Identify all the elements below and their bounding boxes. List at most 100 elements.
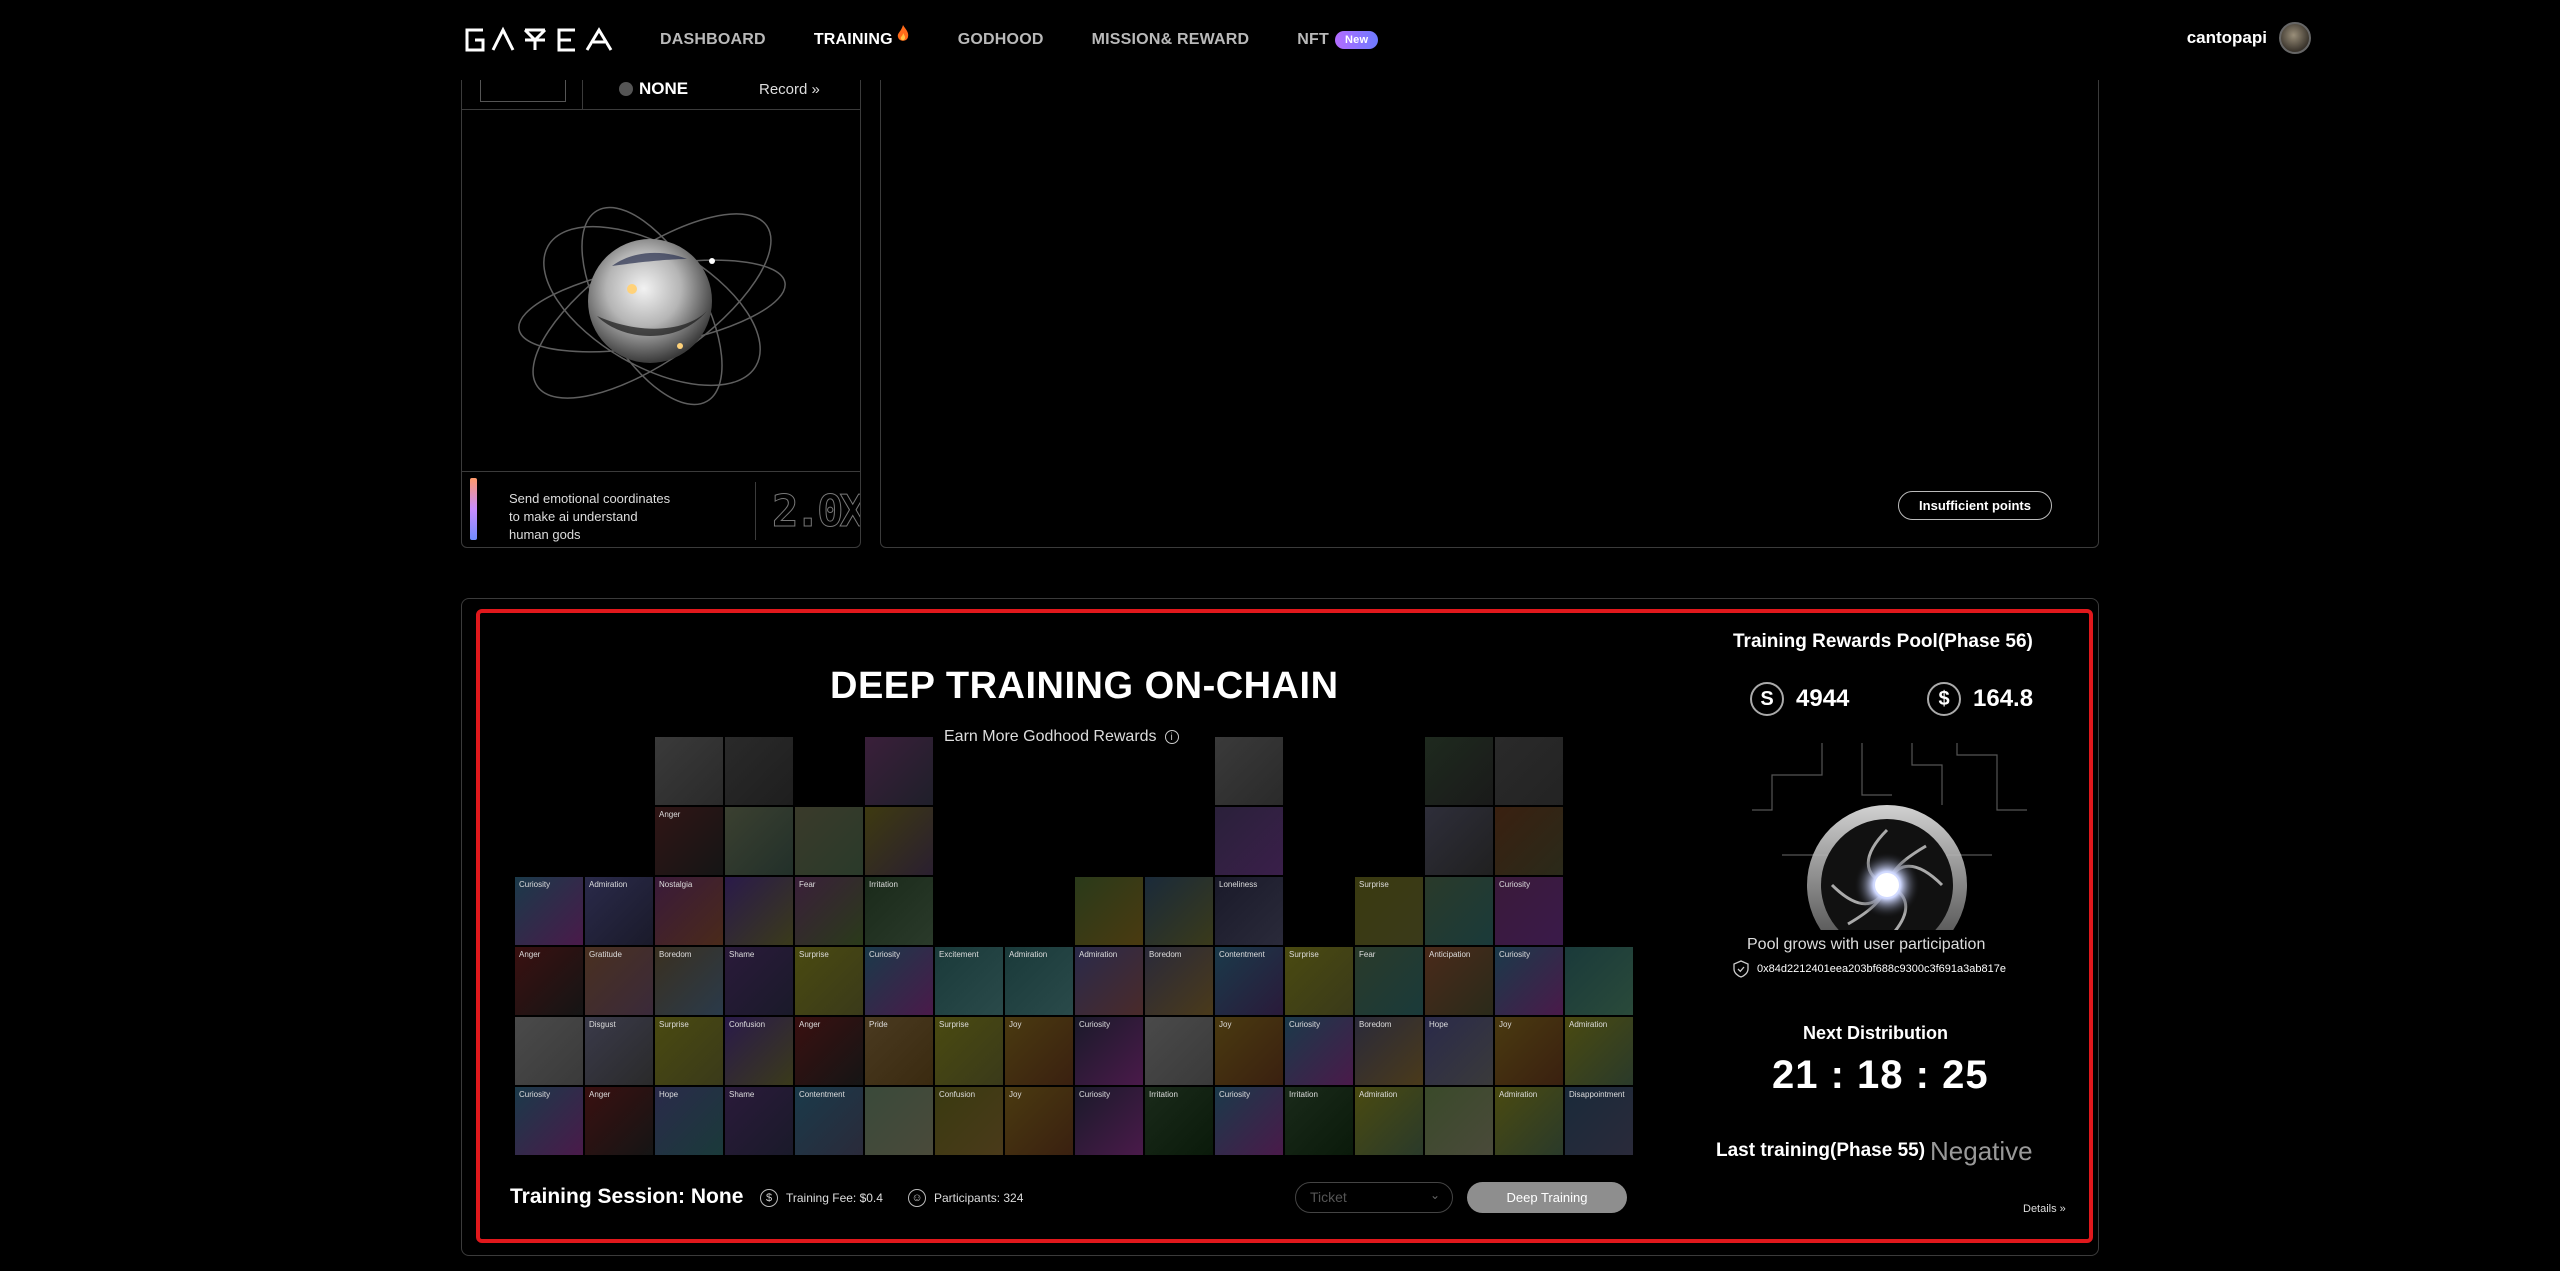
nav-nft[interactable]: NFT New [1297,24,1379,56]
emotion-cell[interactable]: Anger [655,807,723,875]
emotion-cell[interactable]: Admiration [1075,947,1143,1015]
emotion-cell[interactable]: Admiration [1495,1087,1563,1155]
emotion-cell[interactable]: Hope [655,1087,723,1155]
emotion-cell-label: Admiration [1499,1090,1538,1099]
emotion-cell[interactable]: Boredom [1145,947,1213,1015]
emotion-cell[interactable] [515,1017,583,1085]
ticket-select[interactable]: Ticket ⌄ [1295,1182,1453,1213]
emotion-cell[interactable]: Contentment [795,1087,863,1155]
emotion-cell[interactable]: Joy [1215,1017,1283,1085]
emotion-cell[interactable]: Confusion [935,1087,1003,1155]
emotion-cell[interactable]: Confusion [725,1017,793,1085]
emotion-cell[interactable] [865,737,933,805]
deep-training-button[interactable]: Deep Training [1467,1182,1627,1213]
nav-training[interactable]: TRAINING [814,24,910,56]
emotion-cell[interactable]: Fear [1355,947,1423,1015]
dollar-icon: $ [760,1189,778,1207]
emotion-cell[interactable] [865,807,933,875]
emotion-cell[interactable]: Surprise [655,1017,723,1085]
emotion-cell[interactable] [1565,947,1633,1015]
emotion-cell[interactable]: Curiosity [1215,1087,1283,1155]
emotion-cell[interactable]: Loneliness [1215,877,1283,945]
status-text: NONE [639,79,689,98]
emotion-cell[interactable]: Joy [1495,1017,1563,1085]
emotion-cell[interactable]: Curiosity [1495,947,1563,1015]
emotion-cell[interactable]: Nostalgia [655,877,723,945]
emotion-cell[interactable]: Anticipation [1425,947,1493,1015]
rewards-pool-title: Training Rewards Pool(Phase 56) [1733,631,2033,652]
emotion-cell[interactable] [725,877,793,945]
emotion-cell[interactable]: Admiration [1565,1017,1633,1085]
emotion-cell-label: Contentment [1219,950,1265,959]
emotion-cell[interactable]: Gratitude [585,947,653,1015]
last-training-label: Last training(Phase 55) [1716,1140,1926,1161]
emotion-cell[interactable] [1425,877,1493,945]
emotion-cell[interactable]: Anger [515,947,583,1015]
emotion-cell[interactable] [1425,807,1493,875]
emotion-cell[interactable] [1145,1017,1213,1085]
nav-godhood[interactable]: GODHOOD [958,24,1044,56]
emotion-cell[interactable] [655,737,723,805]
emotion-cell[interactable]: Irritation [1145,1087,1213,1155]
emotion-cell[interactable]: Irritation [1285,1087,1353,1155]
emotion-cell[interactable]: Admiration [1355,1087,1423,1155]
insufficient-points-button[interactable]: Insufficient points [1898,491,2052,520]
emotion-cell[interactable]: Boredom [655,947,723,1015]
emotion-cell[interactable] [1495,737,1563,805]
emotion-cell[interactable] [1145,877,1213,945]
emotion-cell[interactable]: Joy [1005,1017,1073,1085]
emotion-cell[interactable]: Anger [585,1087,653,1155]
emotion-cell[interactable]: Curiosity [865,947,933,1015]
emotion-cell[interactable]: Surprise [1285,947,1353,1015]
emotion-cell[interactable] [1425,737,1493,805]
emotion-cell[interactable]: Curiosity [515,877,583,945]
emotion-cell[interactable]: Disappointment [1565,1087,1633,1155]
emotion-cell[interactable] [1425,1087,1493,1155]
emotion-cell[interactable]: Surprise [935,1017,1003,1085]
emotion-cell[interactable] [1075,877,1143,945]
emotion-grid: Anger Curiosity Admiration Nostalgia Fear Irr… [515,737,1635,1157]
emotion-cell[interactable] [795,807,863,875]
emotion-cell[interactable]: Surprise [1355,877,1423,945]
emotion-cell[interactable]: Anger [795,1017,863,1085]
emotion-cell-label: Fear [1359,950,1376,959]
gayea-logo[interactable] [463,22,621,58]
emotion-cell[interactable]: Curiosity [515,1087,583,1155]
emotion-cell-label: Nostalgia [659,880,693,889]
emotion-cell[interactable] [725,807,793,875]
avatar[interactable] [2279,22,2311,54]
emotion-cell[interactable]: Surprise [795,947,863,1015]
emotion-cell[interactable]: Curiosity [1075,1017,1143,1085]
record-link[interactable]: Record » [759,81,820,98]
nav-mission-reward[interactable]: MISSION& REWARD [1092,24,1250,56]
emotion-cell[interactable]: Curiosity [1075,1087,1143,1155]
user-menu[interactable]: cantopapi [2187,22,2311,54]
emotion-cell[interactable] [865,1087,933,1155]
emotion-cell[interactable]: Pride [865,1017,933,1085]
emotion-cell[interactable] [1495,807,1563,875]
emotion-cell-label: Admiration [1359,1090,1398,1099]
emotion-cell[interactable]: Hope [1425,1017,1493,1085]
emotion-cell[interactable]: Disgust [585,1017,653,1085]
emotion-cell-label: Admiration [1569,1020,1608,1029]
emotion-cell[interactable]: Contentment [1215,947,1283,1015]
emotion-cell[interactable] [1215,807,1283,875]
emotion-cell[interactable]: Fear [795,877,863,945]
emotion-cell-label: Disappointment [1569,1090,1625,1099]
emotion-cell[interactable]: Curiosity [1285,1017,1353,1085]
emotion-cell[interactable]: Admiration [585,877,653,945]
training-session-label: Training Session: None [510,1185,744,1208]
emotion-cell[interactable]: Curiosity [1495,877,1563,945]
emotion-cell[interactable] [725,737,793,805]
details-link[interactable]: Details » [2023,1203,2066,1215]
contract-address[interactable]: 0x84d2212401eea203bf688c9300c3f691a3ab81… [1733,960,2006,978]
emotion-cell[interactable]: Irritation [865,877,933,945]
nav-dashboard[interactable]: DASHBOARD [660,24,766,56]
emotion-cell[interactable]: Shame [725,1087,793,1155]
emotion-cell[interactable] [1215,737,1283,805]
emotion-cell[interactable]: Admiration [1005,947,1073,1015]
emotion-cell[interactable]: Joy [1005,1087,1073,1155]
emotion-cell[interactable]: Boredom [1355,1017,1423,1085]
emotion-cell[interactable]: Excitement [935,947,1003,1015]
emotion-cell[interactable]: Shame [725,947,793,1015]
